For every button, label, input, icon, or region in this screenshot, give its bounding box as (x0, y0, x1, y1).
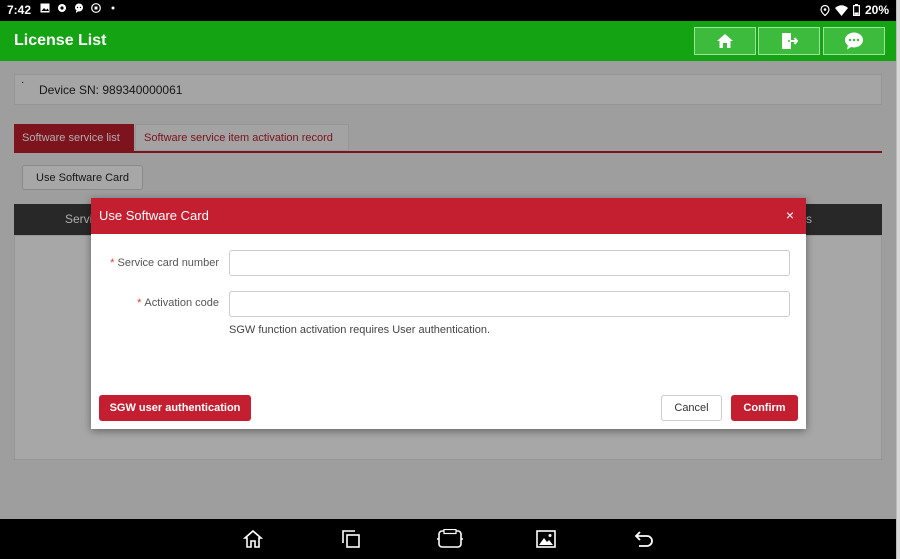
page-title: License List (14, 32, 107, 49)
confirm-button[interactable]: Confirm (731, 395, 798, 421)
cancel-button[interactable]: Cancel (661, 395, 722, 421)
wifi-icon (834, 4, 848, 16)
status-icons-right: 20% (820, 3, 889, 17)
nav-recents-button[interactable] (340, 528, 362, 550)
navigation-bar (0, 519, 896, 559)
nav-back-button[interactable] (633, 528, 655, 550)
tablet-screen: 7:42 20% License List · Device SN: 98934… (0, 0, 897, 559)
activation-code-input[interactable] (229, 291, 790, 317)
home-icon (243, 529, 263, 548)
chat-icon (75, 3, 83, 13)
dialog-title: Use Software Card (99, 208, 209, 223)
service-card-number-label: * Service card number (110, 257, 219, 269)
recents-icon (342, 530, 360, 548)
dot-icon (111, 6, 115, 10)
sgw-hint-text: SGW function activation requires User au… (229, 324, 491, 336)
exit-icon (782, 33, 798, 49)
use-software-card-dialog: Use Software Card × * Service card number… (91, 198, 806, 429)
screenshot-icon (536, 530, 556, 548)
battery-icon (852, 4, 860, 16)
gear-icon (58, 4, 66, 12)
location-icon (820, 4, 830, 16)
service-card-number-input[interactable] (229, 250, 790, 276)
nav-home-button[interactable] (242, 528, 264, 550)
status-bar: 7:42 20% (0, 0, 896, 21)
battery-percent: 20% (864, 3, 889, 17)
status-icons-left (40, 3, 118, 13)
message-button[interactable] (823, 27, 885, 55)
home-icon (717, 34, 733, 48)
status-time: 7:42 (7, 3, 32, 17)
exit-button[interactable] (758, 27, 820, 55)
nav-screenshot-button[interactable] (535, 528, 557, 550)
app-header: License List (0, 21, 896, 61)
message-icon (845, 32, 863, 50)
sgw-user-authentication-button[interactable]: SGW user authentication (99, 395, 251, 421)
close-icon[interactable]: × (786, 207, 794, 223)
vpn-icon (91, 3, 101, 13)
home-button[interactable] (694, 27, 756, 55)
activation-code-label: * Activation code (137, 297, 219, 309)
vci-icon (437, 529, 463, 548)
gallery-icon (40, 3, 50, 13)
back-icon (634, 531, 653, 547)
nav-vci-button[interactable] (436, 528, 464, 550)
dialog-header: Use Software Card × (91, 198, 806, 234)
